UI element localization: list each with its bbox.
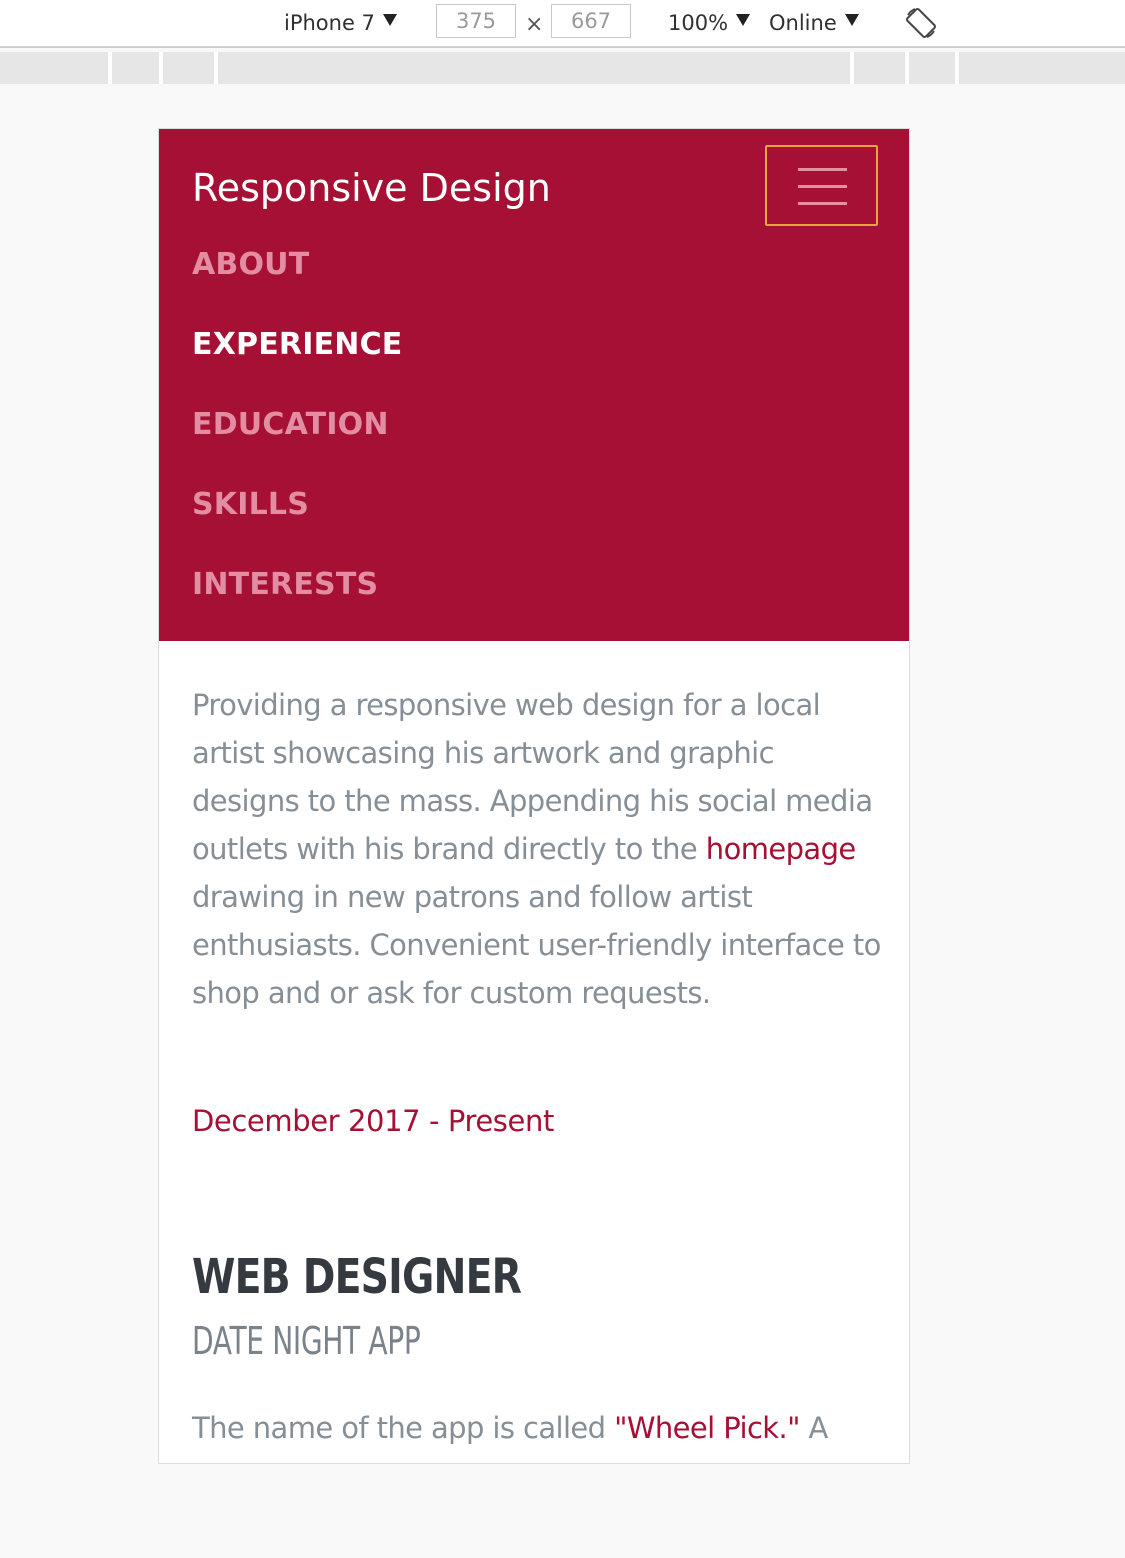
ruler-divider [108,52,112,84]
width-input[interactable]: 375 [436,4,516,38]
nav-link-about[interactable]: ABOUT [192,237,402,317]
app-description: The name of the app is called "Wheel Pic… [192,1404,828,1452]
nav-link-skills[interactable]: SKILLS [192,477,402,557]
caret-down-icon [844,14,859,26]
nav-link-interests[interactable]: INTERESTS [192,557,402,637]
navbar-toggler-button[interactable] [765,145,878,226]
description-text-continued: drawing in new patrons and follow artist… [192,880,881,1010]
wheel-pick-link[interactable]: "Wheel Pick." [614,1411,800,1445]
site-navbar: Responsive Design ABOUT EXPERIENCE EDUCA… [159,129,909,641]
zoom-select[interactable]: 100% [668,8,751,38]
ruler-divider [905,52,909,84]
media-query-ruler[interactable] [0,52,1125,84]
ruler-divider [159,52,163,84]
device-select-label: iPhone 7 [284,11,375,35]
network-select[interactable]: Online [769,8,859,38]
site-brand[interactable]: Responsive Design [192,163,551,213]
nav-link-education[interactable]: EDUCATION [192,397,402,477]
height-input[interactable]: 667 [551,4,631,38]
nav-link-experience[interactable]: EXPERIENCE [192,317,402,397]
caret-down-icon [736,14,751,26]
job-title: WEB DESIGNER [192,1249,522,1305]
experience-section: Providing a responsive web design for a … [192,681,882,1445]
ruler-divider [955,52,959,84]
dimension-separator: × [525,12,544,37]
project-description: Providing a responsive web design for a … [192,681,882,1017]
app-description-text: The name of the app is called [192,1411,615,1445]
nav-menu: ABOUT EXPERIENCE EDUCATION SKILLS INTERE… [192,237,402,637]
rotate-device-icon[interactable] [904,6,938,40]
job-subtitle: DATE NIGHT APP [192,1319,421,1363]
caret-down-icon [382,14,397,26]
date-range: December 2017 - Present [192,1104,554,1138]
device-select[interactable]: iPhone 7 [284,8,397,38]
ruler-divider [850,52,854,84]
homepage-link[interactable]: homepage [706,832,856,866]
ruler-divider [214,52,218,84]
device-viewport: Responsive Design ABOUT EXPERIENCE EDUCA… [158,128,910,1464]
network-select-label: Online [769,11,837,35]
app-description-text-continued: A [799,1411,828,1445]
zoom-select-label: 100% [668,11,729,35]
device-toolbar: iPhone 7 375 × 667 100% Online [0,0,1125,48]
